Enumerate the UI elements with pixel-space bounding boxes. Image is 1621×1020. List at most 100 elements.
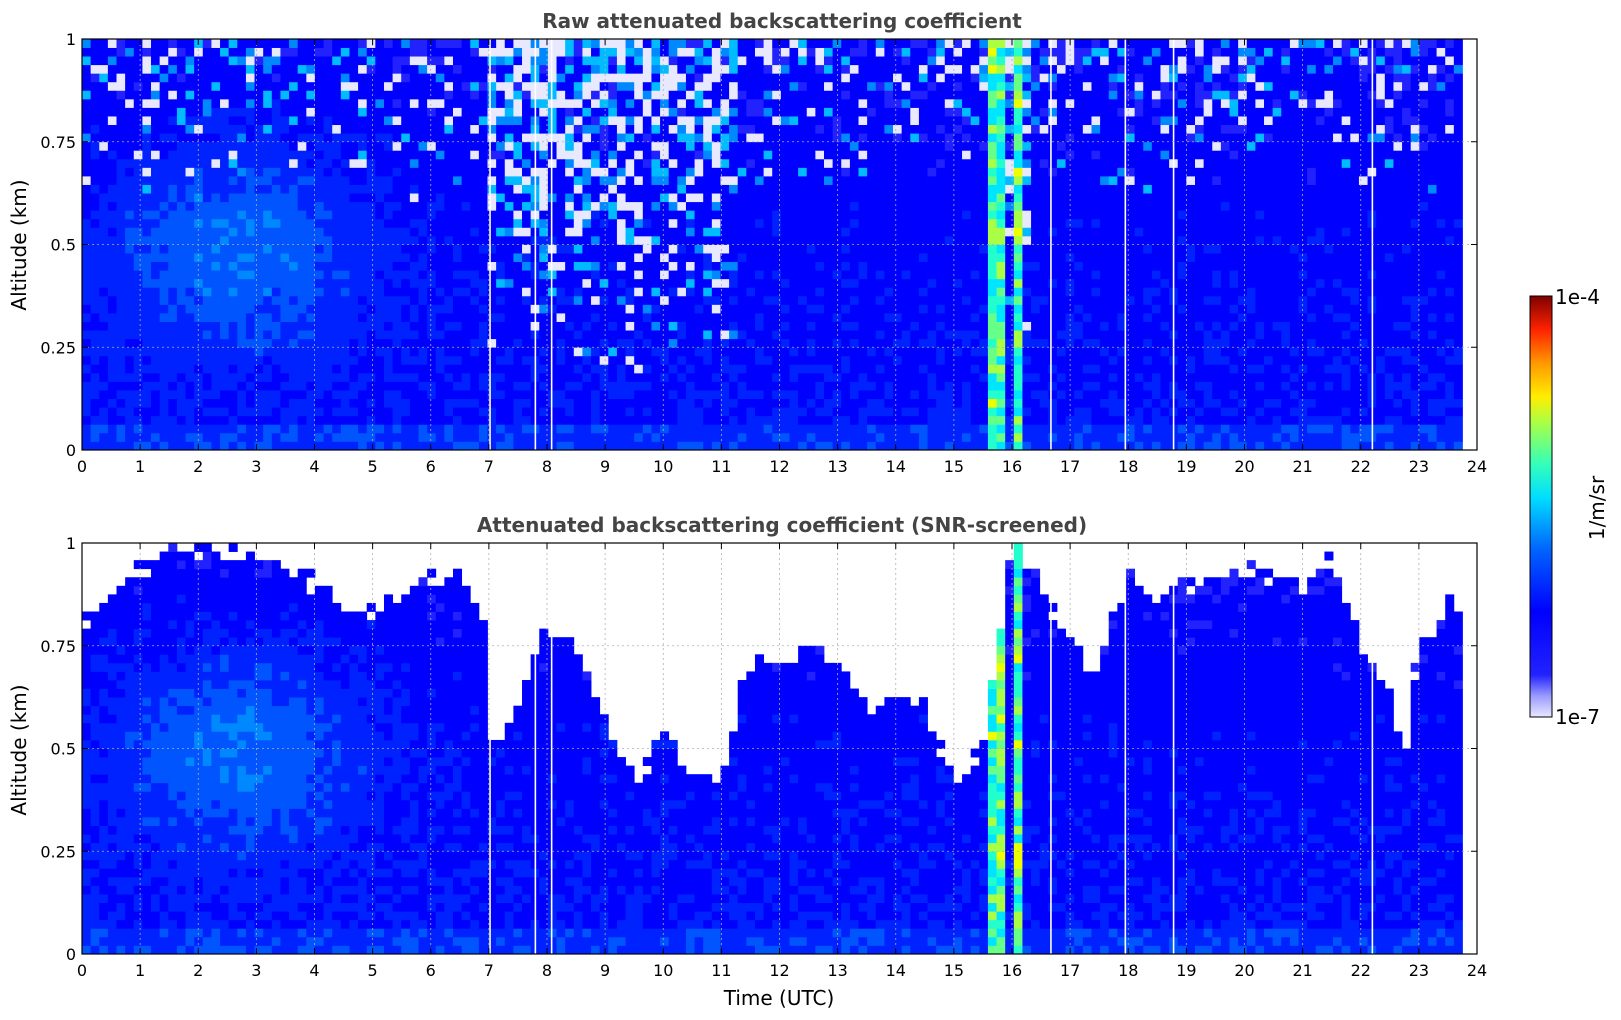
heatmap-cell xyxy=(556,295,566,305)
heatmap-cell xyxy=(263,424,273,434)
heatmap-cell xyxy=(858,73,868,83)
heatmap-cell xyxy=(418,235,428,245)
heatmap-cell xyxy=(754,98,765,108)
heatmap-cell xyxy=(651,415,661,425)
heatmap-cell xyxy=(271,347,281,357)
heatmap-cell xyxy=(608,193,618,203)
heatmap-cell xyxy=(642,381,652,391)
heatmap-cell xyxy=(763,287,773,297)
heatmap-cell xyxy=(849,347,859,357)
heatmap-cell xyxy=(107,201,117,211)
heatmap-cell xyxy=(271,313,281,322)
heatmap-cell xyxy=(314,407,324,417)
heatmap-cell xyxy=(591,270,601,280)
heatmap-cell xyxy=(625,347,635,357)
heatmap-cell xyxy=(453,133,463,143)
heatmap-cell xyxy=(453,432,463,442)
heatmap-cell xyxy=(470,381,480,391)
heatmap-cell xyxy=(685,47,695,57)
heatmap-cell xyxy=(133,64,143,74)
heatmap-cell xyxy=(720,193,730,203)
heatmap-cell xyxy=(565,235,575,245)
heatmap-cell xyxy=(858,415,868,425)
heatmap-cell xyxy=(651,407,661,417)
heatmap-cell xyxy=(323,304,333,314)
heatmap-cell xyxy=(125,201,135,211)
heatmap-cell xyxy=(763,133,773,143)
heatmap-cell xyxy=(763,64,773,74)
heatmap-cell xyxy=(349,201,359,211)
heatmap-cell xyxy=(668,407,678,417)
heatmap-cell xyxy=(237,287,247,297)
heatmap-cell xyxy=(202,201,212,211)
heatmap-cell xyxy=(383,432,394,442)
heatmap-cell xyxy=(642,432,652,442)
heatmap-cell xyxy=(245,167,255,177)
heatmap-cell xyxy=(366,201,376,211)
heatmap-cell xyxy=(616,201,626,211)
heatmap-cell xyxy=(99,124,109,134)
heatmap-cell xyxy=(780,201,790,211)
heatmap-cell xyxy=(616,235,626,245)
heatmap-cell xyxy=(867,355,877,365)
heatmap-cell xyxy=(953,390,963,400)
heatmap-cell xyxy=(263,432,273,442)
heatmap-cell xyxy=(306,116,316,126)
heatmap-cell xyxy=(237,407,247,417)
heatmap-cell xyxy=(263,338,273,348)
heatmap-cell xyxy=(918,107,928,117)
heatmap-cell xyxy=(392,330,402,340)
heatmap-cell xyxy=(703,81,713,91)
heatmap-cell xyxy=(228,158,238,168)
heatmap-cell xyxy=(772,253,782,263)
heatmap-cell xyxy=(202,261,212,271)
heatmap-cell xyxy=(306,227,316,237)
heatmap-cell xyxy=(608,39,618,48)
heatmap-cell xyxy=(142,381,152,391)
heatmap-cell xyxy=(116,210,126,220)
heatmap-cell xyxy=(90,407,100,417)
heatmap-cell xyxy=(651,64,661,74)
heatmap-cell xyxy=(151,81,161,91)
heatmap-cell xyxy=(125,73,135,83)
heatmap-cell xyxy=(875,424,885,434)
heatmap-cell xyxy=(306,90,316,100)
heatmap-cell xyxy=(401,441,411,451)
heatmap-cell xyxy=(616,227,626,237)
heatmap-cell xyxy=(168,278,178,288)
heatmap-cell xyxy=(634,287,644,297)
heatmap-cell xyxy=(962,227,972,237)
heatmap-cell xyxy=(116,124,126,134)
heatmap-cell xyxy=(806,398,816,408)
heatmap-cell xyxy=(789,321,799,331)
heatmap-cell xyxy=(90,355,100,365)
heatmap-cell xyxy=(228,338,238,348)
heatmap-cell xyxy=(82,338,92,348)
heatmap-cell xyxy=(893,81,903,91)
heatmap-cell xyxy=(720,261,730,271)
heatmap-cell xyxy=(668,116,678,126)
heatmap-cell xyxy=(979,415,989,425)
heatmap-cell xyxy=(884,218,894,228)
heatmap-cell xyxy=(901,432,911,442)
heatmap-cell xyxy=(142,210,152,220)
heatmap-cell xyxy=(461,287,471,297)
heatmap-cell xyxy=(720,227,730,237)
heatmap-cell xyxy=(159,218,169,228)
heatmap-cell xyxy=(470,73,480,83)
heatmap-cell xyxy=(798,98,808,108)
heatmap-cell xyxy=(82,244,92,254)
heatmap-cell xyxy=(496,244,506,254)
heatmap-cell xyxy=(780,347,790,357)
heatmap-cell xyxy=(824,253,834,263)
heatmap-cell xyxy=(401,330,411,340)
heatmap-cell xyxy=(953,398,963,408)
heatmap-cell xyxy=(634,133,644,143)
heatmap-cell xyxy=(453,184,463,194)
heatmap-cell xyxy=(306,390,316,400)
heatmap-cell xyxy=(746,201,756,211)
heatmap-cell xyxy=(211,141,221,151)
heatmap-cell xyxy=(133,218,143,228)
heatmap-cell xyxy=(383,210,394,220)
heatmap-cell xyxy=(573,330,583,340)
